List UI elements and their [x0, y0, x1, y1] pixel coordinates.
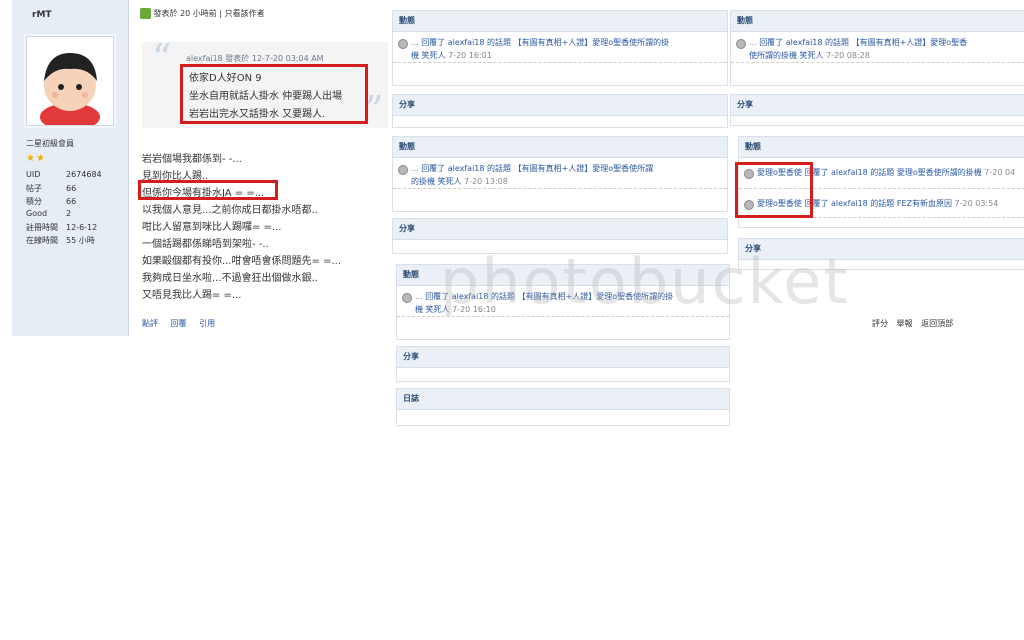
feed-user[interactable]: ...: [411, 38, 419, 47]
panel-title: 動態: [393, 137, 727, 158]
feed-item[interactable]: ... 回覆了 alexfai18 的話題 【有圖有真相+人證】愛理o聖香使所謂…: [393, 32, 727, 63]
reply-icon: [398, 165, 408, 175]
reply-icon: [398, 39, 408, 49]
feed-text[interactable]: 回覆了 alexfai18 的話題 【有圖有真相+人證】愛理o聖香使所謂的掛: [421, 38, 669, 47]
blog-panel: 日誌: [396, 388, 730, 426]
feed-text[interactable]: 機 笑死人: [411, 51, 446, 60]
feed-date: 7-20 13:08: [464, 177, 508, 186]
body-line: 我夠成日坐水啦...不過會狂出個做水銀..: [142, 273, 318, 284]
feed-text[interactable]: 回覆了 alexfai18 的話題 愛理o聖香使所謂的掛機: [804, 168, 981, 177]
panel-title: 分享: [731, 95, 1024, 116]
user-rank: 二星初級會員: [26, 139, 74, 148]
report-link[interactable]: 舉報: [897, 319, 913, 328]
stat-register-time: 註冊時間 12-6-12: [26, 223, 98, 232]
feed-user[interactable]: ...: [415, 292, 423, 301]
stat-posts: 帖子 66: [26, 184, 77, 193]
body-line: 咁比人留意到咪比人踢囉= =...: [142, 222, 282, 233]
post-footer: 評分 舉報 返回頂部: [872, 318, 959, 329]
panel-title: 動態: [739, 137, 1024, 158]
post-icon: [140, 8, 151, 19]
panel-title: 分享: [393, 219, 727, 240]
stat-good: Good 2: [26, 209, 72, 218]
user-sidebar: rMT 二星初級會員 ★★ UID 2674684 帖子 66 積分 66 Good 2…: [12, 0, 129, 336]
stat-online-time: 在線時間 55 小時: [26, 236, 95, 245]
highlight-box: [180, 64, 368, 124]
comment-button[interactable]: 點評: [142, 319, 158, 328]
reply-icon: [736, 39, 746, 49]
feed-user[interactable]: ...: [749, 38, 757, 47]
rank-stars: ★★: [26, 153, 46, 164]
post-header: 發表於 20 小時前 | 只看該作者: [140, 8, 265, 19]
only-author-link[interactable]: 只看該作者: [225, 9, 265, 18]
watermark: photobucket: [440, 245, 850, 318]
panel-title: 動態: [393, 11, 727, 32]
username[interactable]: rMT: [32, 10, 52, 20]
reply-button[interactable]: 回覆: [171, 319, 187, 328]
separator: |: [219, 9, 223, 18]
quote-header: alexfai18 發表於 12-7-20 03:04 AM: [186, 54, 324, 63]
feed-text[interactable]: 回覆了 alexfai18 的話題 FEZ有新血原因: [804, 199, 952, 208]
feed-text[interactable]: 使所謂的掛機 笑死人: [749, 51, 824, 60]
feed-item[interactable]: ... 回覆了 alexfai18 的話題 【有圖有真相+人證】愛理o聖香使所謂…: [393, 158, 727, 189]
feed-date: 7-20 08:28: [826, 51, 870, 60]
body-line: 一個話踢都係睇唔到架啦- -..: [142, 239, 269, 250]
feed-text[interactable]: 回覆了 alexfai18 的話題 【有圖有真相+人證】愛理o聖香使所謂: [421, 164, 653, 173]
activity-panel-2: 動態 ... 回覆了 alexfai18 的話題 【有圖有真相+人證】愛理o聖香…: [392, 136, 728, 212]
feed-item[interactable]: ... 回覆了 alexfai18 的話題 【有圖有真相+人證】愛理o聖香 使所…: [731, 32, 1024, 63]
share-panel-3: 分享: [396, 346, 730, 382]
body-line: 以我個人意見...之前你成日都掛水唔都..: [142, 205, 318, 216]
open-quote-icon: “: [152, 36, 172, 80]
share-panel-right-1: 分享: [730, 94, 1024, 126]
highlight-box: [735, 162, 813, 218]
panel-title: 分享: [393, 95, 727, 116]
activity-panel-right-1: 動態 ... 回覆了 alexfai18 的話題 【有圖有真相+人證】愛理o聖香…: [730, 10, 1024, 86]
body-line: 岩岩個場我都係到- -...: [142, 154, 242, 165]
panel-title: 分享: [397, 347, 729, 368]
post-actions: 點評 回覆 引用: [142, 318, 225, 329]
panel-title: 動態: [731, 11, 1024, 32]
feed-text[interactable]: 回覆了 alexfai18 的話題 【有圖有真相+人證】愛理o聖香: [759, 38, 967, 47]
activity-panel-1: 動態 ... 回覆了 alexfai18 的話題 【有圖有真相+人證】愛理o聖香…: [392, 10, 728, 86]
post-content: 發表於 20 小時前 | 只看該作者 “ ” alexfai18 發表於 12-…: [138, 0, 390, 336]
panel-title: 日誌: [397, 389, 729, 410]
stat-uid: UID 2674684: [26, 170, 102, 179]
feed-text[interactable]: 的掛機 笑死人: [411, 177, 462, 186]
body-line: 又唔見我比人踢= =...: [142, 290, 242, 301]
stat-points: 積分 66: [26, 197, 77, 206]
post-time: 發表於 20 小時前: [153, 9, 217, 18]
feed-date: 7-20 04: [984, 168, 1016, 177]
feed-user[interactable]: ...: [411, 164, 419, 173]
rate-link[interactable]: 評分: [872, 319, 888, 328]
avatar[interactable]: [26, 36, 114, 131]
body-line: 如果毆個都有投你...咁會唔會係問題先= =...: [142, 256, 342, 267]
share-panel-1: 分享: [392, 94, 728, 128]
reply-icon: [402, 293, 412, 303]
feed-date: 7-20 03:54: [954, 199, 999, 208]
back-to-top-link[interactable]: 返回頂部: [921, 319, 953, 328]
quote-button[interactable]: 引用: [199, 319, 215, 328]
feed-date: 7-20 16:01: [448, 51, 492, 60]
highlight-box: [138, 180, 278, 200]
